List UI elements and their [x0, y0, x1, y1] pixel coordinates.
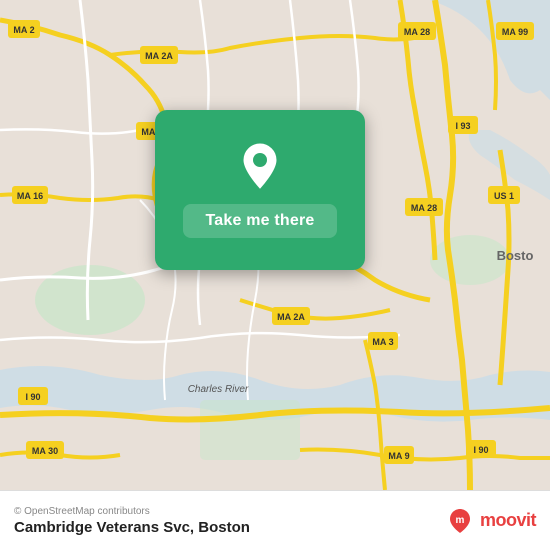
svg-text:MA 2: MA 2 — [13, 25, 34, 35]
svg-text:I 90: I 90 — [473, 445, 488, 455]
svg-text:MA 2A: MA 2A — [277, 312, 305, 322]
moovit-icon: m — [446, 507, 474, 535]
svg-text:MA 30: MA 30 — [32, 446, 58, 456]
bottom-left: © OpenStreetMap contributors Cambridge V… — [14, 506, 250, 536]
svg-text:Bosto: Bosto — [497, 248, 534, 263]
action-card: Take me there — [155, 110, 365, 270]
take-me-there-button[interactable]: Take me there — [183, 204, 336, 238]
moovit-logo: m moovit — [446, 507, 536, 535]
attribution-text: © OpenStreetMap contributors — [14, 506, 250, 517]
svg-text:MA 2A: MA 2A — [145, 51, 173, 61]
svg-text:MA 99: MA 99 — [502, 27, 528, 37]
bottom-bar: © OpenStreetMap contributors Cambridge V… — [0, 490, 550, 550]
location-icon-wrapper — [238, 142, 282, 192]
svg-text:MA 16: MA 16 — [17, 191, 43, 201]
moovit-text: moovit — [480, 510, 536, 531]
svg-text:MA 28: MA 28 — [404, 27, 430, 37]
svg-text:MA 9: MA 9 — [388, 451, 409, 461]
svg-text:m: m — [456, 515, 465, 526]
svg-text:I 93: I 93 — [455, 121, 470, 131]
location-pin-icon — [238, 142, 282, 192]
svg-text:MA 3: MA 3 — [372, 337, 393, 347]
place-title: Cambridge Veterans Svc, Boston — [14, 519, 250, 536]
svg-text:I 90: I 90 — [25, 392, 40, 402]
svg-text:Charles River: Charles River — [188, 384, 249, 395]
map-container: MA 2 MA 2A MA 2 MA 16 MA 28 MA 99 I 93 U… — [0, 0, 550, 490]
svg-text:MA 28: MA 28 — [411, 203, 437, 213]
svg-text:US 1: US 1 — [494, 191, 514, 201]
